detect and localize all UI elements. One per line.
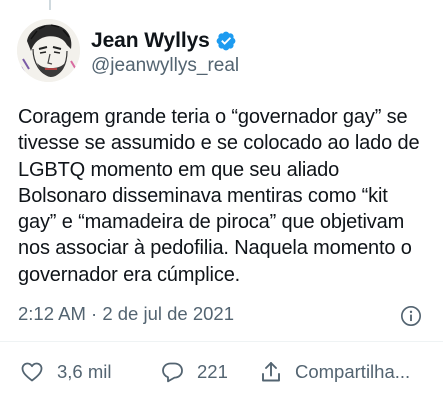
like-button[interactable]: 3,6 mil: [19, 359, 112, 385]
thread-connector-line: [49, 0, 51, 10]
heart-icon: [21, 362, 43, 382]
info-icon[interactable]: [400, 305, 422, 327]
share-icon: [262, 362, 280, 382]
like-count: 3,6 mil: [57, 361, 112, 382]
actions-divider: [0, 341, 443, 342]
author-name-row[interactable]: Jean Wyllys: [91, 26, 237, 56]
reply-count: 221: [197, 361, 228, 382]
avatar-illustration: [17, 19, 80, 82]
verified-badge-icon: [215, 30, 237, 52]
share-button[interactable]: Compartilha...: [259, 359, 410, 385]
tweet-timestamp[interactable]: 2:12 AM · 2 de jul de 2021: [18, 303, 234, 325]
reply-button[interactable]: 221: [160, 359, 228, 385]
speech-bubble-icon: [162, 362, 183, 383]
author-display-name[interactable]: Jean Wyllys: [91, 29, 210, 53]
share-label: Compartilha...: [295, 361, 411, 382]
avatar[interactable]: [17, 19, 80, 82]
tweet-detail: Jean Wyllys @jeanwyllys_real Coragem gra…: [0, 0, 443, 400]
tweet-text: Coragem grande teria o “governador gay” …: [18, 106, 420, 286]
author-handle[interactable]: @jeanwyllys_real: [91, 55, 239, 77]
